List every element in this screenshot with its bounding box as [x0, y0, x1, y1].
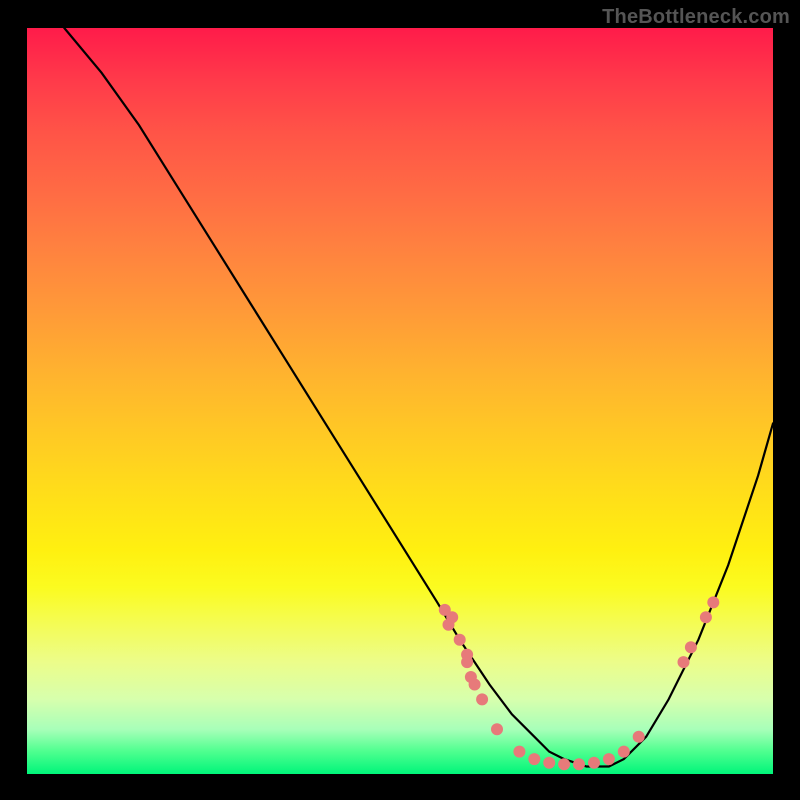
plot-area — [27, 28, 773, 774]
dot — [700, 611, 712, 623]
bottleneck-curve — [64, 28, 773, 767]
dot — [678, 656, 690, 668]
dot — [573, 758, 585, 770]
dot — [618, 746, 630, 758]
dot — [558, 758, 570, 770]
dot — [707, 596, 719, 608]
chart-container: TheBottleneck.com — [0, 0, 800, 800]
dot — [443, 619, 455, 631]
curve-svg — [27, 28, 773, 774]
dot — [588, 757, 600, 769]
dot — [685, 641, 697, 653]
dot — [491, 723, 503, 735]
dot — [543, 757, 555, 769]
dot — [469, 679, 481, 691]
dot — [528, 753, 540, 765]
dot — [461, 656, 473, 668]
dot — [513, 746, 525, 758]
dot — [603, 753, 615, 765]
dot — [633, 731, 645, 743]
dot — [454, 634, 466, 646]
attribution-text: TheBottleneck.com — [602, 6, 790, 29]
dot — [476, 693, 488, 705]
